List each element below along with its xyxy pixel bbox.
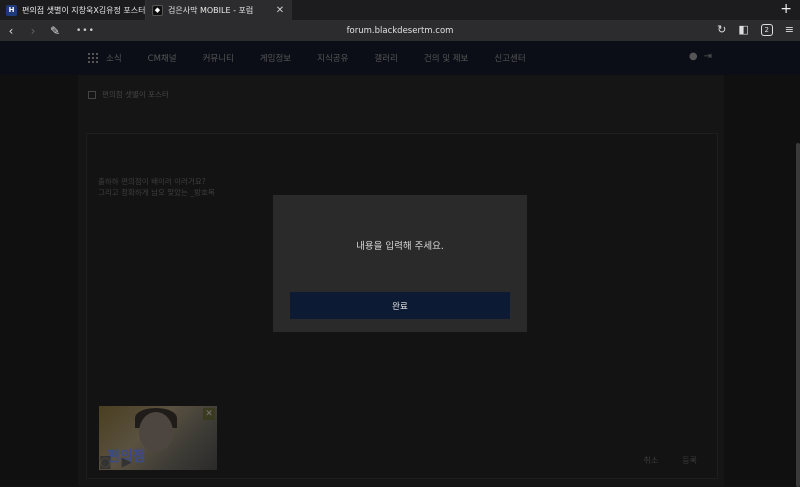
site-favicon-icon: H: [6, 4, 17, 16]
editor-toolbar: ◙ ▶: [99, 455, 132, 470]
tab-forum[interactable]: ◆ 검은사막 MOBILE - 포럼 ✕: [146, 0, 292, 20]
browser-tab-bar: H 편의점 샛별이 지창욱X김유정 포스터 ◆ 검은사막 MOBILE - 포럼…: [0, 0, 800, 20]
apps-grid-icon[interactable]: [88, 53, 98, 63]
menu-item-cm-channel[interactable]: CM채널: [148, 52, 177, 64]
reload-icon[interactable]: ↻: [717, 23, 726, 36]
bird-icon[interactable]: ✎: [44, 24, 66, 38]
new-tab-button[interactable]: +: [780, 2, 792, 16]
cancel-button[interactable]: 취소: [644, 455, 659, 466]
tab-poster[interactable]: H 편의점 샛별이 지창욱X김유정 포스터: [0, 0, 146, 20]
editor-text: 출하하 편의점이 배이러 이러거요? 그리고 정확하게 남오 맞았는 _방호복: [87, 176, 215, 198]
site-navigation: 소식 CM채널 커뮤니티 게임정보 지식공유 갤러리 건의 및 제보 신고센터 …: [0, 41, 800, 75]
edit-icon: [88, 90, 96, 99]
tab-close-icon[interactable]: ✕: [274, 5, 286, 16]
submit-button[interactable]: 등록: [682, 455, 697, 466]
alert-dialog: 내용을 입력해 주세요. 완료: [273, 195, 527, 332]
confirm-button[interactable]: 완료: [290, 292, 510, 319]
post-title: 편의점 샛별이 포스터: [102, 90, 169, 99]
menu-item-news[interactable]: 소식: [106, 52, 122, 64]
user-icon[interactable]: ●: [689, 51, 698, 62]
user-actions: ● ⇥: [689, 51, 712, 62]
alert-message: 내용을 입력해 주세요.: [356, 241, 444, 252]
editor-actions: 취소 등록: [644, 455, 697, 466]
address-bar: ‹ › ✎ ••• forum.blackdesertm.com ↻ ◧ 2 ≡: [0, 20, 800, 41]
menu-item-suggestions[interactable]: 건의 및 제보: [424, 52, 469, 64]
login-icon[interactable]: ⇥: [704, 51, 712, 62]
camera-icon[interactable]: ◙: [99, 455, 112, 470]
url-field[interactable]: forum.blackdesertm.com: [0, 26, 800, 36]
tab-count-button[interactable]: 2: [760, 23, 773, 36]
menu-item-knowledge[interactable]: 지식공유: [317, 52, 348, 64]
menu-item-community[interactable]: 커뮤니티: [203, 52, 234, 64]
page-scrollbar[interactable]: [796, 143, 800, 487]
back-icon[interactable]: ‹: [0, 24, 22, 38]
menu-item-game-info[interactable]: 게임정보: [260, 52, 291, 64]
tab-title: 편의점 샛별이 지창욱X김유정 포스터: [22, 5, 145, 15]
editor-line: 그리고 정확하게 남오 맞았는 _방호복: [98, 188, 215, 197]
menu-icon[interactable]: ≡: [785, 23, 794, 36]
browser-toolbar-right: ↻ ◧ 2 ≡: [717, 23, 794, 36]
more-options-icon[interactable]: •••: [76, 26, 95, 36]
site-favicon-icon: ◆: [152, 4, 163, 16]
sidebar-icon[interactable]: ◧: [738, 23, 748, 36]
forward-icon[interactable]: ›: [22, 24, 44, 38]
post-title-row[interactable]: 편의점 샛별이 포스터: [88, 89, 169, 100]
menu-item-report[interactable]: 신고센터: [494, 52, 525, 64]
video-icon[interactable]: ▶: [122, 455, 132, 470]
tab-title: 검은사막 MOBILE - 포럼: [168, 5, 254, 15]
menu-item-gallery[interactable]: 갤러리: [374, 52, 397, 64]
editor-line: 출하하 편의점이 배이러 이러거요?: [98, 177, 206, 186]
site-menu: 소식 CM채널 커뮤니티 게임정보 지식공유 갤러리 건의 및 제보 신고센터: [106, 52, 552, 64]
remove-image-icon[interactable]: ✕: [203, 408, 215, 420]
